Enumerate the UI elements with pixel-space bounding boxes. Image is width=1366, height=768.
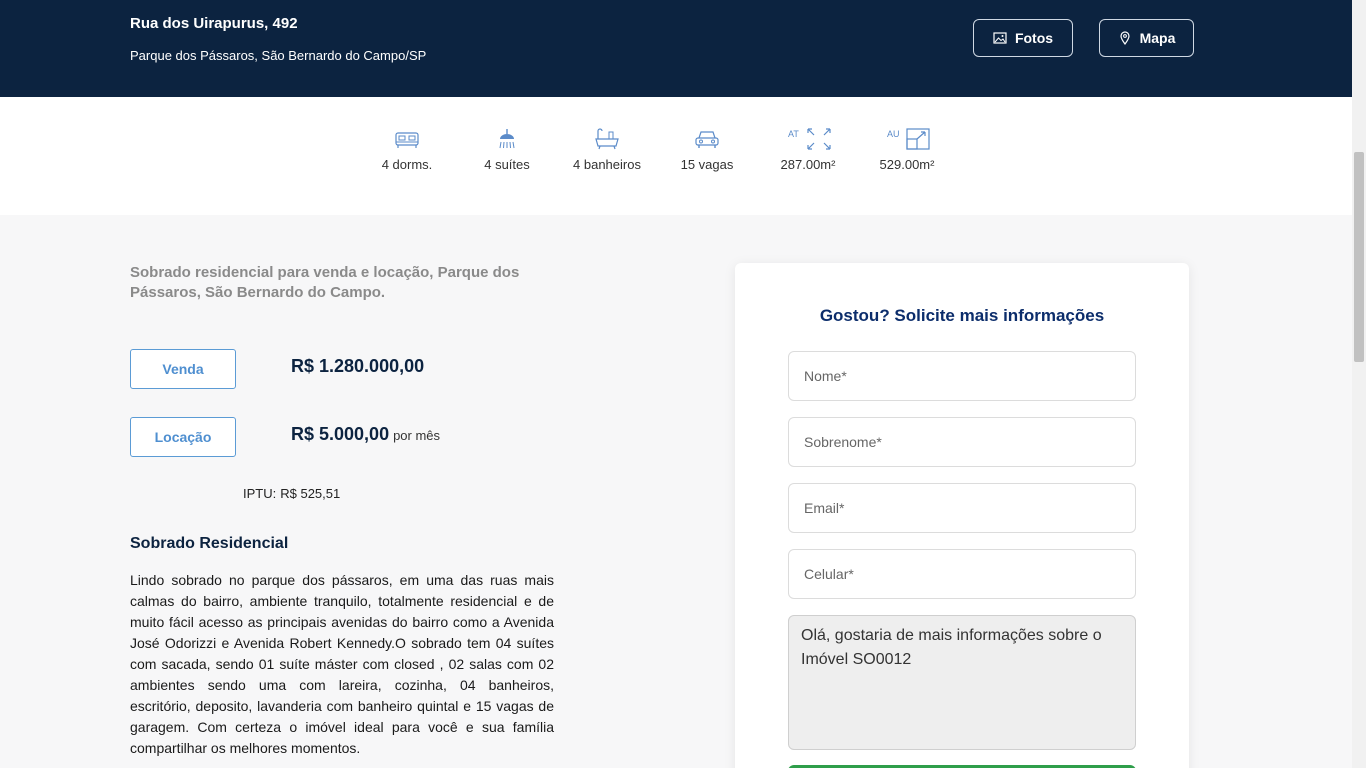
nome-field[interactable] bbox=[788, 351, 1136, 401]
locacao-price: R$ 5.000,00 por mês bbox=[291, 424, 440, 445]
form-title: Gostou? Solicite mais informações bbox=[819, 306, 1105, 325]
feature-label: 15 vagas bbox=[680, 157, 734, 172]
feature-bedrooms: 4 dorms. bbox=[357, 127, 457, 172]
map-pin-icon bbox=[1119, 31, 1130, 45]
venda-price-value: R$ 1.280.000,00 bbox=[291, 356, 425, 376]
message-field[interactable]: Olá, gostaria de mais informações sobre … bbox=[788, 615, 1136, 750]
feature-label: 4 dorms. bbox=[381, 157, 433, 172]
bathtub-icon bbox=[595, 128, 619, 150]
property-header: Rua dos Uirapurus, 492 Parque dos Pássar… bbox=[0, 0, 1366, 97]
area-total-icon bbox=[807, 128, 831, 150]
area-util-abbr: AU bbox=[887, 129, 900, 139]
feature-label: 4 banheiros bbox=[573, 157, 641, 172]
mapa-button[interactable]: Mapa bbox=[1099, 19, 1194, 57]
iptu-value: R$ 525,51 bbox=[280, 486, 341, 501]
venda-button[interactable]: Venda bbox=[130, 349, 236, 389]
mapa-label: Mapa bbox=[1139, 30, 1176, 46]
sobrenome-field[interactable] bbox=[788, 417, 1136, 467]
city-address: Parque dos Pássaros, São Bernardo do Cam… bbox=[130, 48, 427, 63]
scrollbar-track[interactable] bbox=[1352, 0, 1366, 768]
venda-price: R$ 1.280.000,00 bbox=[291, 356, 424, 377]
fotos-button[interactable]: Fotos bbox=[973, 19, 1073, 57]
shower-icon bbox=[499, 129, 515, 149]
features-strip: 4 dorms. 4 suítes 4 banheiros 15 vagas A… bbox=[0, 97, 1352, 215]
locacao-button[interactable]: Locação bbox=[130, 417, 236, 457]
locacao-price-value: R$ 5.000,00 bbox=[291, 424, 390, 444]
description-text: Lindo sobrado no parque dos pássaros, em… bbox=[130, 572, 554, 756]
celular-field[interactable] bbox=[788, 549, 1136, 599]
feature-area-total: AT 287.00m² bbox=[758, 127, 858, 172]
bed-icon bbox=[395, 132, 419, 148]
feature-suites: 4 suítes bbox=[457, 127, 557, 172]
feature-label: 529.00m² bbox=[879, 157, 935, 172]
fotos-label: Fotos bbox=[1014, 30, 1054, 46]
feature-bathrooms: 4 banheiros bbox=[557, 127, 657, 172]
description-title: Sobrado Residencial bbox=[130, 535, 289, 552]
listing-headline: Sobrado residencial para venda e locação… bbox=[130, 264, 520, 301]
area-total-abbr: AT bbox=[788, 129, 799, 139]
contact-form-card: Gostou? Solicite mais informações Olá, g… bbox=[735, 263, 1189, 768]
area-util-icon bbox=[906, 128, 930, 150]
per-month-label: por mês bbox=[393, 428, 441, 443]
feature-label: 287.00m² bbox=[780, 157, 836, 172]
image-icon bbox=[993, 32, 1007, 44]
scrollbar-thumb[interactable] bbox=[1354, 152, 1364, 362]
feature-area-util: AU 529.00m² bbox=[857, 127, 957, 172]
feature-label: 4 suítes bbox=[484, 157, 530, 172]
iptu-label: IPTU: bbox=[243, 486, 277, 501]
email-field[interactable] bbox=[788, 483, 1136, 533]
feature-parking: 15 vagas bbox=[657, 127, 757, 172]
car-icon bbox=[695, 131, 719, 148]
street-address: Rua dos Uirapurus, 492 bbox=[130, 15, 298, 32]
iptu: IPTU: R$ 525,51 bbox=[243, 486, 340, 501]
